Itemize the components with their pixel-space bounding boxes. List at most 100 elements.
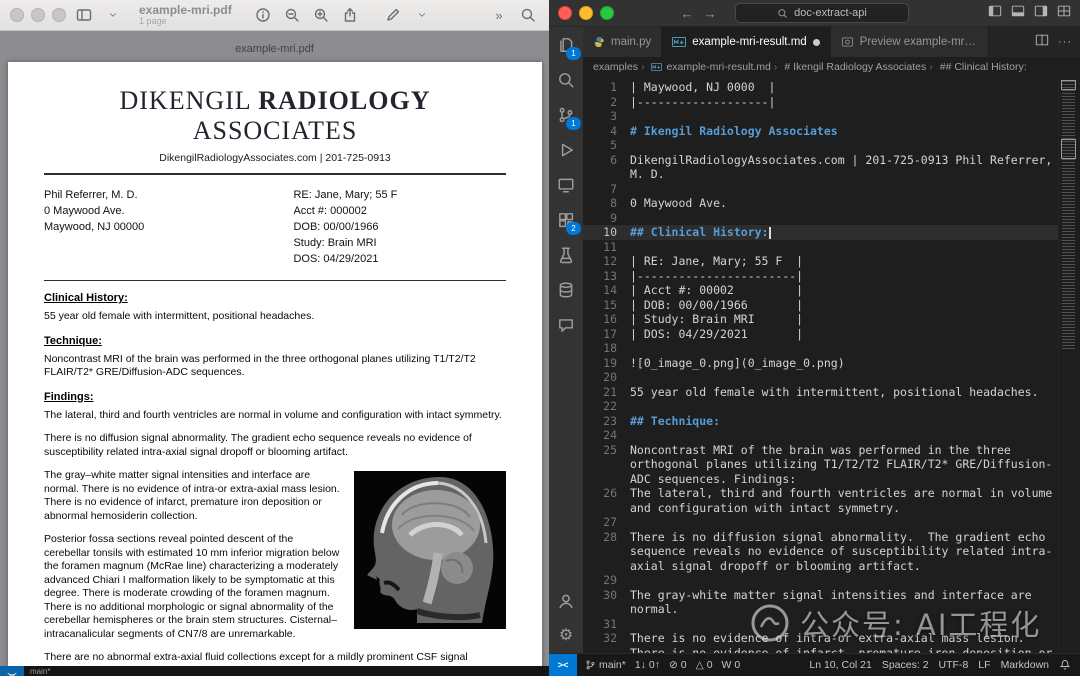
line-text[interactable]: | Acct #: 00002 |	[630, 283, 1058, 298]
editor-line[interactable]: 17| DOS: 04/29/2021 |	[583, 327, 1058, 342]
tab-example-mri-result-md[interactable]: example-mri-result.md	[662, 27, 830, 57]
split-editor-button[interactable]	[1035, 33, 1049, 52]
breadcrumb-folder[interactable]: examples	[593, 61, 638, 73]
indentation-item[interactable]: Spaces: 2	[882, 659, 929, 671]
editor-line[interactable]: 25Noncontrast MRI of the brain was perfo…	[583, 443, 1058, 487]
command-center[interactable]: doc-extract-api	[735, 3, 909, 23]
nav-back-button[interactable]: ←	[679, 6, 695, 21]
line-number[interactable]: 17	[583, 327, 630, 342]
line-text[interactable]: ![0_image_0.png](0_image_0.png)	[630, 356, 1058, 371]
tab-preview-example-mri-result-md[interactable]: Preview example-mri-result.md	[831, 27, 989, 57]
editor-line[interactable]: 5	[583, 138, 1058, 153]
line-number[interactable]: 25	[583, 443, 630, 487]
search-view-button[interactable]	[555, 69, 577, 91]
breadcrumb-file[interactable]: example-mri-result.md	[641, 61, 771, 73]
minimize-button[interactable]	[31, 8, 45, 22]
editor-line[interactable]: 12| RE: Jane, Mary; 55 F |	[583, 254, 1058, 269]
line-text[interactable]	[630, 341, 1058, 356]
line-text[interactable]: DikengilRadiologyAssociates.com | 201-72…	[630, 153, 1058, 182]
pdf-canvas[interactable]: example-mri.pdf DIKENGIL RADIOLOGY ASSOC…	[0, 31, 549, 676]
line-text[interactable]: |-------------------|	[630, 95, 1058, 110]
remote-explorer-view-button[interactable]	[555, 174, 577, 196]
line-number[interactable]: 7	[583, 182, 630, 197]
run-debug-view-button[interactable]	[555, 139, 577, 161]
branch-item[interactable]: main*	[585, 659, 626, 671]
toggle-primary-sidebar-button[interactable]	[988, 4, 1002, 23]
line-text[interactable]: ## Clinical History:	[630, 225, 1058, 240]
line-text[interactable]	[630, 399, 1058, 414]
editor-line[interactable]: 22	[583, 399, 1058, 414]
sync-item[interactable]: 1↓ 0↑	[635, 659, 660, 671]
line-text[interactable]: There is no diffusion signal abnormality…	[630, 530, 1058, 574]
notifications-button[interactable]	[1059, 659, 1071, 671]
line-number[interactable]: 10	[583, 225, 630, 240]
line-text[interactable]: |-----------------------|	[630, 269, 1058, 284]
line-number[interactable]: 3	[583, 109, 630, 124]
line-number[interactable]: 26	[583, 486, 630, 515]
source-control-view-button[interactable]: 1	[555, 104, 577, 126]
editor-line[interactable]: 32There is no evidence of intra-or extra…	[583, 631, 1058, 653]
editor-line[interactable]: 28There is no diffusion signal abnormali…	[583, 530, 1058, 574]
editor-line[interactable]: 26The lateral, third and fourth ventricl…	[583, 486, 1058, 515]
line-number[interactable]: 18	[583, 341, 630, 356]
line-number[interactable]: 1	[583, 80, 630, 95]
close-button[interactable]	[558, 6, 572, 20]
toggle-secondary-sidebar-button[interactable]	[1034, 4, 1048, 23]
editor-line[interactable]: 3	[583, 109, 1058, 124]
line-number[interactable]: 14	[583, 283, 630, 298]
line-text[interactable]: | DOB: 00/00/1966 |	[630, 298, 1058, 313]
editor-line[interactable]: 7	[583, 182, 1058, 197]
line-number[interactable]: 8	[583, 196, 630, 211]
line-number[interactable]: 2	[583, 95, 630, 110]
line-text[interactable]: The lateral, third and fourth ventricles…	[630, 486, 1058, 515]
sidebar-toggle-button[interactable]	[73, 5, 95, 25]
editor-line[interactable]: 6DikengilRadiologyAssociates.com | 201-7…	[583, 153, 1058, 182]
line-number[interactable]: 20	[583, 370, 630, 385]
line-number[interactable]: 6	[583, 153, 630, 182]
chat-view-button[interactable]	[555, 314, 577, 336]
search-button[interactable]	[517, 5, 539, 25]
database-view-button[interactable]	[555, 279, 577, 301]
line-number[interactable]: 24	[583, 428, 630, 443]
line-number[interactable]: 22	[583, 399, 630, 414]
line-number[interactable]: 31	[583, 617, 630, 632]
editor-line[interactable]: 4# Ikengil Radiology Associates	[583, 124, 1058, 139]
editor-line[interactable]: 2155 year old female with intermittent, …	[583, 385, 1058, 400]
editor-line[interactable]: 80 Maywood Ave.	[583, 196, 1058, 211]
line-text[interactable]: The gray-white matter signal intensities…	[630, 588, 1058, 617]
language-mode-item[interactable]: Markdown	[1001, 659, 1049, 671]
line-number[interactable]: 19	[583, 356, 630, 371]
remote-indicator[interactable]: ><	[549, 654, 577, 676]
line-number[interactable]: 16	[583, 312, 630, 327]
line-text[interactable]	[630, 182, 1058, 197]
line-number[interactable]: 21	[583, 385, 630, 400]
line-text[interactable]: | RE: Jane, Mary; 55 F |	[630, 254, 1058, 269]
line-number[interactable]: 4	[583, 124, 630, 139]
zoom-button[interactable]	[52, 8, 66, 22]
line-text[interactable]: 0 Maywood Ave.	[630, 196, 1058, 211]
editor-line[interactable]: 11	[583, 240, 1058, 255]
extensions-view-button[interactable]: 2	[555, 209, 577, 231]
line-number[interactable]: 9	[583, 211, 630, 226]
editor-line[interactable]: 18	[583, 341, 1058, 356]
zoom-in-button[interactable]	[310, 5, 332, 25]
breadcrumb-symbol-h1[interactable]: # Ikengil Radiology Associates	[774, 61, 926, 73]
line-number[interactable]: 30	[583, 588, 630, 617]
eol-item[interactable]: LF	[978, 659, 990, 671]
customize-layout-button[interactable]	[1057, 4, 1071, 23]
testing-view-button[interactable]	[555, 244, 577, 266]
line-number[interactable]: 13	[583, 269, 630, 284]
accounts-button[interactable]	[555, 590, 577, 612]
editor[interactable]: 1| Maywood, NJ 0000 |2|-----------------…	[583, 77, 1080, 653]
markup-button[interactable]	[382, 5, 404, 25]
minimize-button[interactable]	[579, 6, 593, 20]
editor-line[interactable]: 10## Clinical History:	[583, 225, 1058, 240]
editor-line[interactable]: 29	[583, 573, 1058, 588]
line-text[interactable]: # Ikengil Radiology Associates	[630, 124, 1058, 139]
editor-line[interactable]: 13|-----------------------|	[583, 269, 1058, 284]
more-actions-button[interactable]: ···	[1058, 36, 1072, 48]
zoom-out-button[interactable]	[281, 5, 303, 25]
share-button[interactable]	[339, 5, 361, 25]
line-text[interactable]	[630, 573, 1058, 588]
tab-main-py[interactable]: main.py	[583, 27, 662, 57]
